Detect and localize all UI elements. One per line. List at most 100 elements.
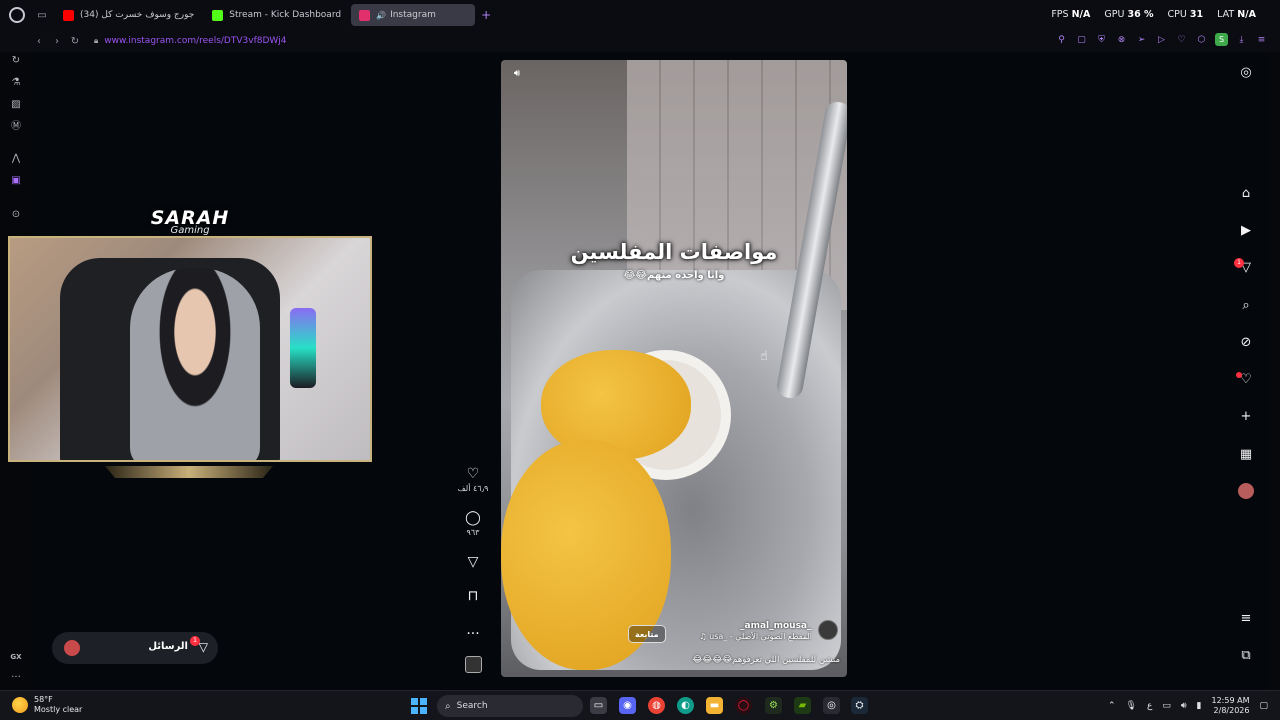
sidebar-more-icon[interactable]: ... bbox=[9, 668, 23, 682]
speaker-icon[interactable]: 🔊 bbox=[376, 11, 386, 20]
tray-chevron-icon[interactable]: ⌃ bbox=[1108, 701, 1116, 711]
chrome-icon[interactable]: ◍ bbox=[648, 697, 665, 714]
gpu-value: 36 % bbox=[1127, 9, 1154, 20]
tab-label: Stream - Kick Dashboard bbox=[229, 10, 342, 20]
tab-youtube[interactable]: (34) جورج وسوف خسرت كل bbox=[55, 4, 202, 26]
heart-icon[interactable]: ♡ bbox=[456, 466, 490, 482]
url-field[interactable]: www.instagram.com/reels/DTV3vf8DWj4 bbox=[104, 36, 286, 46]
reel-author[interactable]: _amal_mousa_ bbox=[740, 621, 812, 631]
notifications-icon[interactable]: ▢ bbox=[1259, 701, 1268, 711]
taskbar-search[interactable]: ⌕ Search bbox=[437, 695, 583, 717]
address-bar: ‹ › ↻ 🔒︎ www.instagram.com/reels/DTV3vf8… bbox=[0, 30, 1280, 52]
nvidia-icon[interactable]: ▰ bbox=[794, 697, 811, 714]
messages-avatar bbox=[64, 640, 80, 656]
follow-button[interactable]: متابعة bbox=[628, 625, 666, 643]
obs-icon[interactable]: ◎ bbox=[823, 697, 840, 714]
comment-count: ٩٦٣ bbox=[466, 528, 480, 537]
heart-icon[interactable]: ♡ bbox=[1175, 33, 1188, 46]
weather-icon bbox=[12, 697, 28, 713]
gx-corner-icon[interactable]: ▨ bbox=[9, 98, 23, 112]
profile-icon[interactable] bbox=[1238, 483, 1254, 499]
weather-condition: Mostly clear bbox=[34, 705, 83, 714]
menu-icon[interactable]: ≡ bbox=[1255, 33, 1268, 46]
like-action[interactable]: ♡ ٤٦٫٩ ألف bbox=[456, 466, 490, 493]
performance-hud: FPS N/A GPU 36 % CPU 31 LAT N/A bbox=[1051, 9, 1256, 20]
opera-gx-logo-icon[interactable] bbox=[9, 7, 25, 23]
tab-overview-icon[interactable]: ▭ bbox=[33, 6, 51, 24]
start-icon[interactable] bbox=[411, 698, 427, 714]
volume-icon[interactable]: 🔊︎ bbox=[510, 68, 524, 82]
display-icon[interactable]: ▭ bbox=[1162, 701, 1171, 711]
shield-icon[interactable]: ⛨ bbox=[1095, 33, 1108, 46]
reel-overlay-title: مواصفات المفلسين bbox=[570, 240, 778, 264]
gx-label[interactable]: GX bbox=[9, 650, 23, 664]
app-icon[interactable]: ⚙ bbox=[765, 697, 782, 714]
weather-widget[interactable]: 58°F Mostly clear bbox=[12, 695, 82, 715]
audio-thumb-icon[interactable] bbox=[464, 656, 482, 673]
mouse-cursor-icon: ☝︎ bbox=[760, 349, 768, 364]
share-icon[interactable]: ▽ bbox=[456, 554, 490, 570]
vpn-icon[interactable]: ⊗ bbox=[1115, 33, 1128, 46]
gx-control-icon[interactable]: ↻ bbox=[9, 54, 23, 68]
edge-icon[interactable]: ◐ bbox=[677, 697, 694, 714]
create-icon[interactable]: + bbox=[1237, 408, 1255, 426]
reel-audio[interactable]: المقطع الصوتي الأصلي - _usa ♫ bbox=[672, 632, 812, 641]
home-icon[interactable]: ⌂ bbox=[1237, 185, 1255, 203]
share-action[interactable]: ▽ bbox=[456, 554, 490, 570]
gx-cleaner-icon[interactable]: ⚗ bbox=[9, 76, 23, 90]
send-icon[interactable]: ➢ bbox=[1135, 33, 1148, 46]
file-explorer-icon[interactable]: ▬ bbox=[706, 697, 723, 714]
new-tab-button[interactable]: + bbox=[481, 8, 491, 22]
explore-icon[interactable]: ⊘ bbox=[1237, 334, 1255, 352]
more-menu-icon[interactable]: ≡ bbox=[1237, 610, 1255, 628]
instagram-icon bbox=[359, 9, 371, 21]
opera-gx-icon[interactable]: ◯ bbox=[735, 697, 752, 714]
search-icon[interactable]: ⌕ bbox=[1237, 297, 1255, 315]
reload-icon[interactable]: ↻ bbox=[66, 36, 84, 47]
snapshot-icon[interactable]: ▢ bbox=[1075, 33, 1088, 46]
bookmark-icon[interactable]: ⊓ bbox=[456, 588, 490, 604]
steam-icon[interactable]: ⛭ bbox=[851, 697, 868, 714]
apps-icon[interactable]: ⧉ bbox=[1237, 647, 1255, 665]
comment-action[interactable]: ◯ ٩٦٣ bbox=[456, 510, 490, 537]
tab-label: (34) جورج وسوف خسرت كل bbox=[80, 10, 195, 20]
forward-icon[interactable]: › bbox=[48, 36, 66, 47]
save-action[interactable]: ⊓ bbox=[456, 588, 490, 604]
browser-tab-bar: ▭ (34) جورج وسوف خسرت كل Stream - Kick D… bbox=[0, 0, 1280, 30]
more-icon[interactable]: ... bbox=[456, 622, 490, 638]
discord-icon[interactable]: ◉ bbox=[619, 697, 636, 714]
comment-icon[interactable]: ◯ bbox=[456, 510, 490, 526]
notifications-dot bbox=[1236, 372, 1242, 378]
clock-date: 2/8/2026 bbox=[1213, 706, 1250, 715]
reels-icon[interactable]: ▶ bbox=[1237, 222, 1255, 240]
kick-icon bbox=[212, 9, 224, 21]
microphone-icon[interactable]: 🎙︎ bbox=[1126, 701, 1137, 711]
clock[interactable]: 12:59 AM 2/8/2026 bbox=[1212, 696, 1250, 716]
author-avatar[interactable] bbox=[818, 620, 838, 640]
profile-avatar[interactable]: S bbox=[1215, 33, 1228, 46]
tab-kick[interactable]: Stream - Kick Dashboard bbox=[204, 4, 349, 26]
download-icon[interactable]: ⤓ bbox=[1235, 33, 1248, 46]
messenger-icon[interactable]: Ⓜ bbox=[9, 120, 23, 134]
like-count: ٤٦٫٩ ألف bbox=[457, 484, 489, 493]
messages-pill[interactable]: الرسائل ▽ 1 bbox=[52, 632, 218, 664]
more-action[interactable]: ... bbox=[456, 622, 490, 638]
dashboard-icon[interactable]: ▦ bbox=[1237, 446, 1255, 464]
youtube-icon bbox=[63, 9, 74, 21]
pin-icon[interactable]: ⚲ bbox=[1055, 33, 1068, 46]
kick-sidebar-icon[interactable]: ⋀ bbox=[9, 152, 23, 166]
player-sidebar-icon[interactable]: ⊙ bbox=[9, 208, 23, 222]
twitch-icon[interactable]: ▣ bbox=[9, 174, 23, 188]
battery-icon[interactable]: ▮ bbox=[1197, 701, 1202, 711]
reel-video[interactable] bbox=[501, 60, 847, 677]
back-icon[interactable]: ‹ bbox=[30, 36, 48, 47]
audio-thumb[interactable] bbox=[456, 656, 490, 677]
input-language[interactable]: ع bbox=[1147, 701, 1152, 711]
volume-icon[interactable]: 🔊︎ bbox=[1181, 701, 1187, 711]
extensions-icon[interactable]: ⬡ bbox=[1195, 33, 1208, 46]
player-icon[interactable]: ▷ bbox=[1155, 33, 1168, 46]
tab-label: Instagram bbox=[390, 10, 436, 20]
task-view-icon[interactable]: ▭ bbox=[590, 697, 607, 714]
tab-instagram[interactable]: 🔊 Instagram bbox=[351, 4, 476, 26]
instagram-logo-icon[interactable]: ◎ bbox=[1237, 64, 1255, 82]
